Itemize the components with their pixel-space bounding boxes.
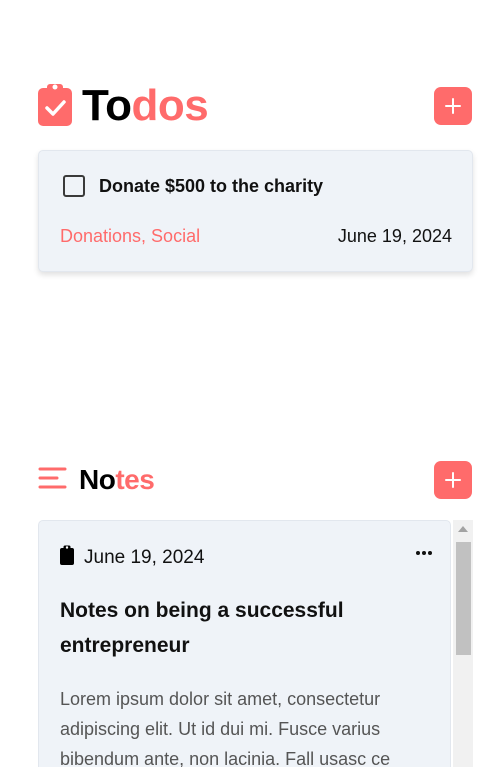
more-dot [428,551,432,555]
notes-header: Notes [38,458,472,502]
more-horizontal-icon[interactable] [416,551,432,555]
note-meta: June 19, 2024 [60,545,204,570]
todos-title-main: To [82,81,132,130]
todo-card[interactable]: Donate $500 to the charity Donations, So… [38,150,473,272]
menu-lines-icon [38,466,67,495]
notes-title-main: No [79,464,116,495]
todo-tags[interactable]: Donations, Social [60,226,200,247]
todo-date: June 19, 2024 [337,226,452,246]
todos-title: Todos [82,81,209,131]
clipboard-icon [60,545,74,570]
note-body: Lorem ipsum dolor sit amet, consectetur … [60,689,391,767]
more-dot [416,551,420,555]
todos-header: Todos [38,80,472,132]
todo-text: Donate $500 to the charity [99,175,324,196]
scroll-thumb[interactable] [456,542,471,655]
notes-scrollbar[interactable] [453,520,473,767]
todos-title-wrap: Todos [38,81,209,131]
scroll-up-arrow-icon[interactable] [458,526,468,532]
plus-icon [445,98,461,114]
plus-icon [445,472,461,488]
add-note-button[interactable] [434,461,472,499]
more-dot [422,551,426,555]
notes-list[interactable]: June 19, 2024 Notes on being a successfu… [38,520,473,767]
todo-row: Donate $500 to the charity [63,175,323,197]
todo-checkbox[interactable] [63,175,85,197]
note-title: Notes on being a successful entrepreneur [60,599,344,657]
todos-title-accent: dos [131,81,209,130]
add-todo-button[interactable] [434,87,472,125]
notes-title-wrap: Notes [38,464,155,496]
notes-title: Notes [79,464,155,496]
clipboard-check-icon [38,82,72,131]
note-date: June 19, 2024 [84,546,205,568]
note-card[interactable]: June 19, 2024 Notes on being a successfu… [38,520,451,767]
notes-title-accent: tes [115,464,155,495]
